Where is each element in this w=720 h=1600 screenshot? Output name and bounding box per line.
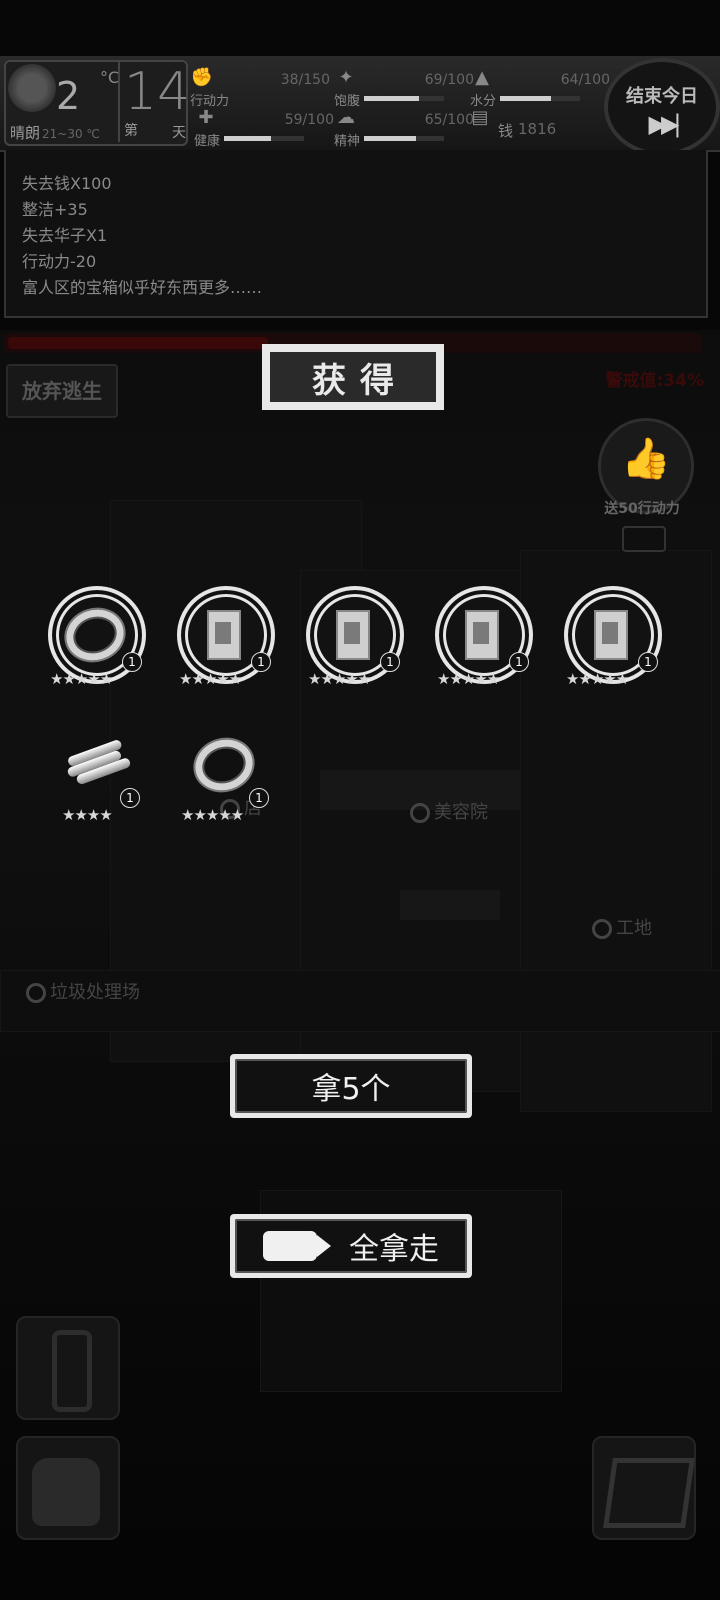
end-day-button[interactable]: 结束今日 ▶▶|	[604, 58, 720, 156]
day-number: 14	[124, 62, 191, 122]
lightning-icon: ✊	[190, 67, 214, 88]
bracelet-icon	[59, 602, 131, 668]
reward-item-steel-pipes[interactable]: 1 ★★★★	[58, 730, 158, 840]
location-beauty-salon[interactable]: 美容院	[410, 798, 488, 824]
video-camera-icon	[263, 1231, 331, 1261]
stat-money: ▤ 钱 1816	[468, 106, 608, 142]
take-all-label: 全拿走	[349, 1232, 439, 1267]
item-stars: ★★★★★	[437, 670, 500, 688]
reward-title: 获得	[312, 360, 408, 401]
item-count: 1	[380, 652, 400, 672]
log-line: 整洁+35	[22, 200, 88, 219]
map-button[interactable]	[592, 1436, 696, 1540]
abandon-escape-button[interactable]: 放弃逃生	[6, 364, 118, 418]
weather-panel: 2 °C 晴朗 21~30 ℃ 14 第 天	[4, 60, 191, 146]
phone-button[interactable]	[16, 1316, 120, 1420]
take-all-button[interactable]: 全拿走	[230, 1214, 472, 1278]
cigarette-box-icon	[336, 610, 370, 660]
end-day-label: 结束今日	[626, 86, 698, 107]
day-prefix: 第	[124, 123, 138, 139]
bonus-action-label: 送50行动力	[604, 501, 680, 517]
fast-forward-icon: ▶▶|	[648, 110, 682, 138]
stat-hunger: ✦ 饱腹 69/100	[334, 67, 474, 109]
log-line: 失去钱X100	[22, 174, 112, 193]
stat-spirit: ☁ 精神 65/100	[334, 107, 474, 149]
temperature: 2	[56, 74, 81, 118]
item-count: 1	[249, 788, 269, 808]
cigarette-box-icon	[594, 610, 628, 660]
status-hud: 2 °C 晴朗 21~30 ℃ 14 第 天 ✊ 行动力 38/150 ✦ 饱腹 …	[0, 56, 720, 156]
item-stars: ★★★★★	[50, 670, 113, 688]
item-stars: ★★★★	[62, 806, 113, 824]
log-line: 富人区的宝箱似乎好东西更多……	[22, 278, 263, 297]
reward-item-cigarettes[interactable]: 1 ★★★★★	[175, 586, 275, 696]
phone-icon	[52, 1330, 92, 1412]
stat-action-points: ✊ 行动力 38/150	[190, 67, 330, 109]
take-five-label: 拿5个	[311, 1072, 391, 1107]
thumbs-up-icon: 👍	[621, 436, 671, 482]
item-stars: ★★★★★	[181, 806, 244, 824]
item-stars: ★★★★★	[566, 670, 629, 688]
cigarette-box-icon	[207, 610, 241, 660]
reward-item-bracelet[interactable]: 1 ★★★★★	[46, 586, 146, 696]
alert-value: 警戒值:34%	[605, 371, 705, 391]
reward-title-banner: 获得	[262, 344, 444, 410]
location-waste-plant[interactable]: 垃圾处理场	[26, 978, 140, 1004]
sun-icon	[8, 64, 56, 112]
location-construction-site[interactable]: 工地	[592, 914, 652, 940]
item-count: 1	[120, 788, 140, 808]
bracelet-icon	[188, 732, 260, 798]
water-icon: ▲	[475, 67, 489, 88]
item-stars: ★★★★★	[308, 670, 371, 688]
log-line: 失去华子X1	[22, 226, 108, 245]
food-icon: ✦	[338, 67, 354, 88]
backpack-button[interactable]	[16, 1436, 120, 1540]
money-icon: ▤	[471, 107, 489, 128]
stat-water: ▲ 水分 64/100	[470, 67, 610, 109]
weather-desc: 晴朗 21~30 ℃	[10, 124, 100, 142]
health-icon: ✚	[198, 107, 214, 128]
stat-health: ✚ 健康 59/100	[194, 107, 334, 149]
backpack-icon	[32, 1458, 100, 1526]
item-count: 1	[638, 652, 658, 672]
steel-pipes-icon	[63, 738, 132, 791]
item-stars: ★★★★★	[179, 670, 242, 688]
item-count: 1	[509, 652, 529, 672]
video-ad-icon	[622, 526, 666, 552]
take-five-button[interactable]: 拿5个	[230, 1054, 472, 1118]
day-suffix: 天	[172, 125, 186, 141]
reward-item-bracelet[interactable]: 1 ★★★★★	[177, 730, 277, 840]
event-log: 失去钱X100 整洁+35 失去华子X1 行动力-20 富人区的宝箱似乎好东西更…	[4, 150, 708, 318]
day-counter: 14 第 天	[118, 62, 191, 142]
map-icon	[603, 1458, 695, 1528]
cigarette-box-icon	[465, 610, 499, 660]
reward-item-cigarettes[interactable]: 1 ★★★★★	[304, 586, 404, 696]
reward-item-cigarettes[interactable]: 1 ★★★★★	[433, 586, 533, 696]
item-count: 1	[251, 652, 271, 672]
temperature-unit: °C	[100, 68, 120, 87]
reward-item-cigarettes[interactable]: 1 ★★★★★	[562, 586, 662, 696]
item-count: 1	[122, 652, 142, 672]
spirit-icon: ☁	[337, 107, 355, 128]
log-line: 行动力-20	[22, 252, 97, 271]
